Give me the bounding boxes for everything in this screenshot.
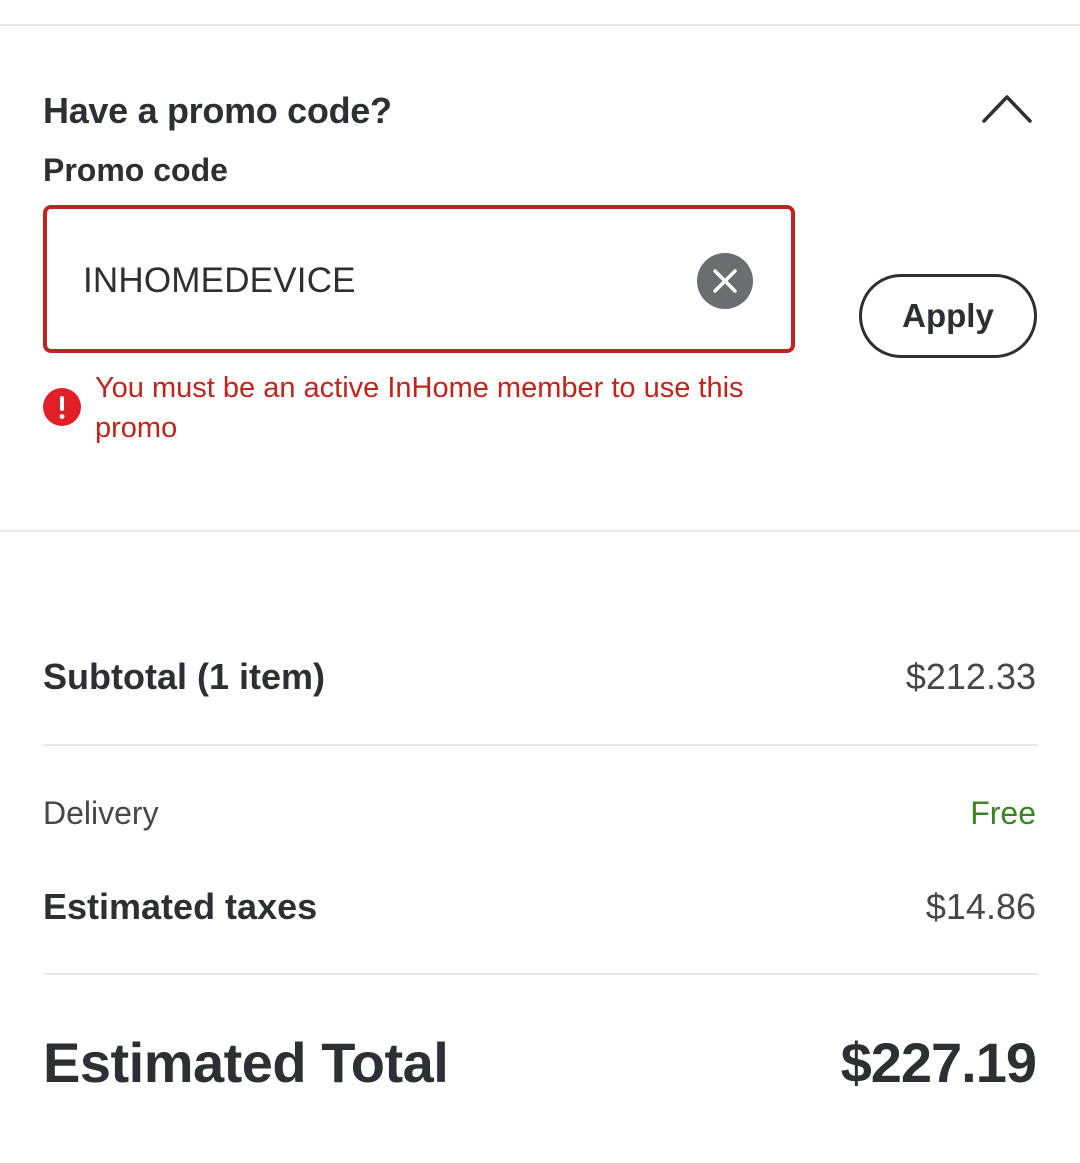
estimated-taxes-value: $14.86 xyxy=(925,886,1036,927)
close-icon xyxy=(713,269,737,293)
summary-divider xyxy=(43,744,1038,746)
promo-code-label: Promo code xyxy=(43,152,228,188)
top-divider xyxy=(0,24,1080,26)
error-icon xyxy=(43,388,81,426)
promo-collapse-toggle[interactable] xyxy=(972,80,1042,136)
subtotal-value: $212.33 xyxy=(905,656,1036,697)
promo-section-title: Have a promo code? xyxy=(43,90,392,131)
delivery-label: Delivery xyxy=(43,795,159,831)
promo-error-message: You must be an active InHome member to u… xyxy=(95,372,744,444)
promo-code-field xyxy=(43,205,795,353)
apply-promo-button[interactable]: Apply xyxy=(859,274,1037,358)
promo-code-input[interactable] xyxy=(83,249,663,313)
exclamation-icon xyxy=(59,396,65,419)
estimated-total-value: $227.19 xyxy=(840,1031,1037,1094)
estimated-taxes-label: Estimated taxes xyxy=(43,886,318,927)
checkout-summary-page: Have a promo code? Promo code Apply You … xyxy=(0,0,1080,1163)
subtotal-label: Subtotal (1 item) xyxy=(43,656,326,697)
chevron-up-icon xyxy=(982,95,1032,123)
delivery-value: Free xyxy=(970,795,1036,831)
section-divider xyxy=(0,530,1080,532)
clear-promo-button[interactable] xyxy=(697,253,753,309)
total-divider xyxy=(43,973,1038,975)
estimated-total-label: Estimated Total xyxy=(43,1031,449,1094)
